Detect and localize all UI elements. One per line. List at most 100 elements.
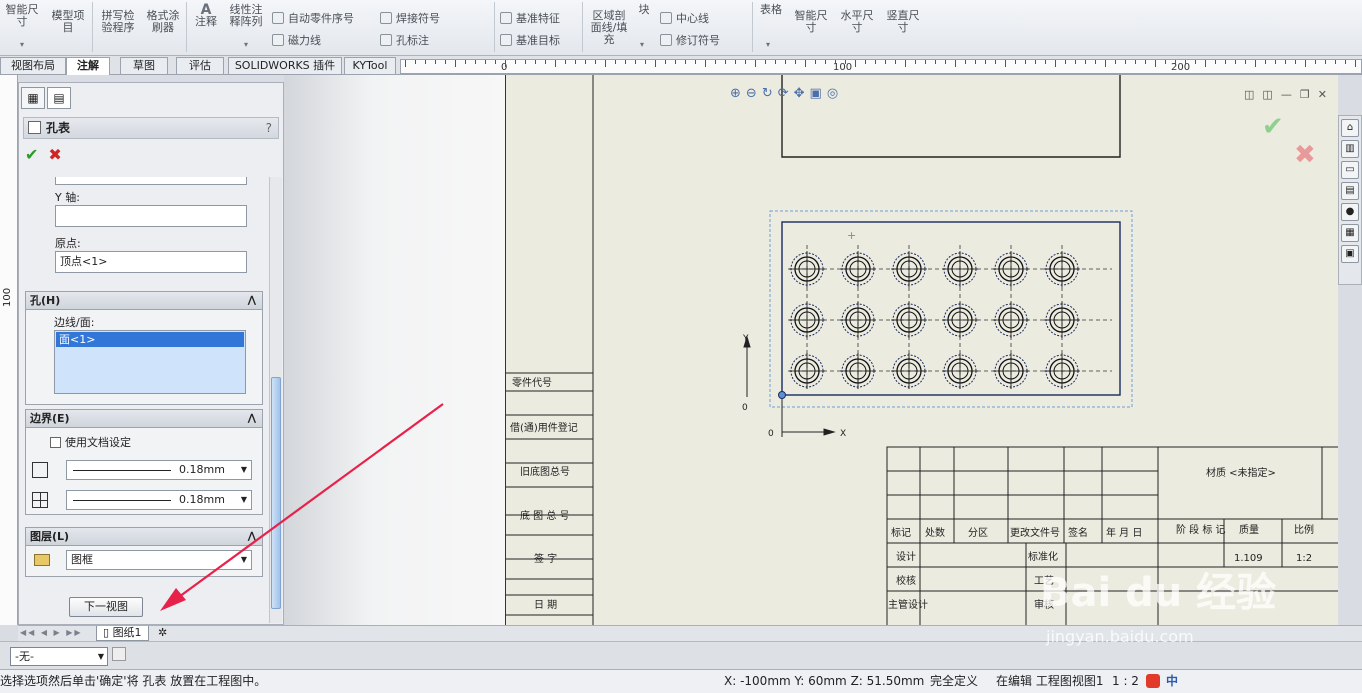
home-icon[interactable]: ⌂ [1341, 119, 1359, 137]
border-group-header[interactable]: 边界(E) ⋀ [26, 410, 262, 428]
auto-balloon-button[interactable]: 自动零件序号 [272, 10, 354, 26]
hole[interactable] [840, 302, 876, 338]
hole[interactable] [993, 353, 1029, 389]
custom-properties-icon[interactable]: ▦ [1341, 224, 1359, 242]
chevron-down-icon[interactable]: ▾ [766, 40, 770, 49]
tile-left-icon[interactable]: ◫ [1244, 88, 1262, 101]
tab-evaluate[interactable]: 评估 [176, 57, 224, 74]
datum-feature-button[interactable]: 基准特征 [500, 10, 560, 26]
spell-check-button[interactable]: 拼写检 验程序 [96, 10, 140, 34]
hole[interactable] [1044, 302, 1080, 338]
confirm-corner-cancel-icon[interactable]: ✖ [1294, 140, 1316, 170]
design-library-icon[interactable]: ▥ [1341, 140, 1359, 158]
hide-show-icon[interactable]: ◎ [827, 86, 843, 101]
revision-symbol-button[interactable]: 修订符号 [660, 32, 720, 48]
hole[interactable] [840, 353, 876, 389]
layer-select[interactable]: 图框 ▼ [66, 550, 252, 570]
use-doc-settings-checkbox[interactable]: 使用文档设定 [50, 434, 131, 450]
ok-button[interactable]: ✔ [25, 145, 38, 164]
chevron-down-icon[interactable]: ▼ [241, 491, 247, 509]
sheet-scale[interactable]: 1 : 2 [1112, 670, 1139, 692]
hole[interactable] [891, 353, 927, 389]
feature-manager-tab[interactable]: ▦ [21, 87, 45, 109]
sheet-nav-arrows[interactable]: ◀◀ ◀ ▶ ▶▶ [20, 628, 83, 637]
chevron-down-icon[interactable]: ▾ [20, 40, 24, 49]
heads-up-view-toolbar[interactable]: ⊕⊖↻⟳✥▣◎ [730, 86, 843, 101]
collapse-icon[interactable]: ⋀ [248, 528, 256, 545]
magnetic-line-button[interactable]: 磁力线 [272, 32, 321, 48]
ime-language[interactable]: 中 [1166, 670, 1178, 692]
vertical-dimension-button[interactable]: 竖直尺寸 [882, 10, 924, 34]
hole[interactable] [891, 251, 927, 287]
tab-solidworks-addins[interactable]: SOLIDWORKS 插件 [228, 57, 342, 74]
note-button[interactable]: A 注释 [190, 3, 222, 28]
tile-right-icon[interactable]: ◫ [1262, 88, 1280, 101]
edges-faces-list[interactable]: 面<1> [54, 330, 246, 394]
chevron-down-icon[interactable]: ▼ [241, 461, 247, 479]
y-axis-field[interactable] [55, 205, 247, 227]
hole[interactable] [942, 251, 978, 287]
view-palette-icon[interactable]: ▤ [1341, 182, 1359, 200]
close-icon[interactable]: ✕ [1318, 88, 1335, 101]
horizontal-dimension-button[interactable]: 水平尺寸 [836, 10, 878, 34]
model-items-button[interactable]: 模型项目 [48, 10, 88, 34]
hole[interactable] [840, 251, 876, 287]
inner-border-width-select[interactable]: 0.18mm ▼ [66, 490, 252, 510]
zoom-area-icon[interactable]: ⊖ [746, 86, 762, 101]
property-manager-scrollbar[interactable] [269, 177, 282, 623]
display-style-icon[interactable]: ▣ [810, 86, 827, 101]
hole[interactable] [1044, 251, 1080, 287]
ime-logo-icon[interactable] [1146, 674, 1160, 688]
sheet-tab[interactable]: ▯ 图纸1 [96, 626, 149, 641]
confirm-corner-ok-icon[interactable]: ✔ [1262, 112, 1284, 142]
solidworks-forum-icon[interactable]: ▣ [1341, 245, 1359, 263]
chevron-down-icon[interactable]: ▾ [640, 40, 644, 49]
x-axis-field[interactable] [55, 177, 247, 185]
linear-note-pattern-button[interactable]: 线性注 释阵列 [226, 4, 266, 28]
pan-icon[interactable]: ✥ [794, 86, 810, 101]
table-button[interactable]: 表格 [756, 4, 786, 16]
format-painter-button[interactable]: 格式涂 刷器 [142, 10, 184, 34]
outer-border-width-select[interactable]: 0.18mm ▼ [66, 460, 252, 480]
hole[interactable] [891, 302, 927, 338]
hole[interactable] [789, 251, 825, 287]
hole[interactable] [789, 302, 825, 338]
tab-annotation[interactable]: 注解 [66, 57, 110, 75]
hole[interactable] [942, 353, 978, 389]
hole[interactable] [942, 302, 978, 338]
tab-kytool[interactable]: KYTool [344, 57, 396, 74]
hole-callout-button[interactable]: 孔标注 [380, 32, 429, 48]
smart-dimension-2-button[interactable]: 智能尺寸 [790, 10, 832, 34]
chevron-down-icon[interactable]: ▼ [241, 551, 247, 569]
help-icon[interactable]: ? [266, 118, 272, 138]
origin-field[interactable]: 顶点<1> [55, 251, 247, 273]
tab-view-layout[interactable]: 视图布局 [0, 57, 66, 74]
previous-view-icon[interactable]: ↻ [762, 86, 778, 101]
checkbox-icon[interactable] [50, 436, 61, 448]
tab-sketch[interactable]: 草图 [120, 57, 168, 74]
drawing-canvas[interactable]: Y X 0 0 + 零件代号 借(通)用件登记 旧底图总号 底 图 总 号 签 … [284, 75, 1338, 626]
scrollbar-thumb[interactable] [271, 377, 281, 609]
file-explorer-icon[interactable]: ▭ [1341, 161, 1359, 179]
center-line-button[interactable]: 中心线 [660, 10, 709, 26]
rotate-icon[interactable]: ⟳ [778, 86, 794, 101]
area-hatch-button[interactable]: 区域剖 面线/填充 [586, 10, 632, 46]
chevron-down-icon[interactable]: ▼ [98, 648, 104, 665]
cancel-button[interactable]: ✖ [48, 145, 61, 164]
restore-icon[interactable]: ❐ [1300, 88, 1318, 101]
chevron-down-icon[interactable]: ▾ [244, 40, 248, 49]
datum-target-button[interactable]: 基准目标 [500, 32, 560, 48]
layer-dropdown[interactable]: -无- ▼ [10, 647, 108, 666]
hole[interactable] [1044, 353, 1080, 389]
minimize-icon[interactable]: — [1281, 88, 1300, 101]
drawing-sheet[interactable]: Y X 0 0 + 零件代号 借(通)用件登记 旧底图总号 底 图 总 号 签 … [505, 75, 1338, 626]
smart-dimension-button[interactable]: 智能尺寸 [2, 4, 42, 28]
hole[interactable] [993, 302, 1029, 338]
layer-properties-icon[interactable] [112, 647, 126, 661]
add-sheet-icon[interactable]: ✲ [158, 626, 167, 639]
weld-symbol-button[interactable]: 焊接符号 [380, 10, 440, 26]
layer-group-header[interactable]: 图层(L) ⋀ [26, 528, 262, 546]
next-view-button[interactable]: 下一视图 [69, 597, 143, 617]
hole[interactable] [789, 353, 825, 389]
zoom-to-fit-icon[interactable]: ⊕ [730, 86, 746, 101]
